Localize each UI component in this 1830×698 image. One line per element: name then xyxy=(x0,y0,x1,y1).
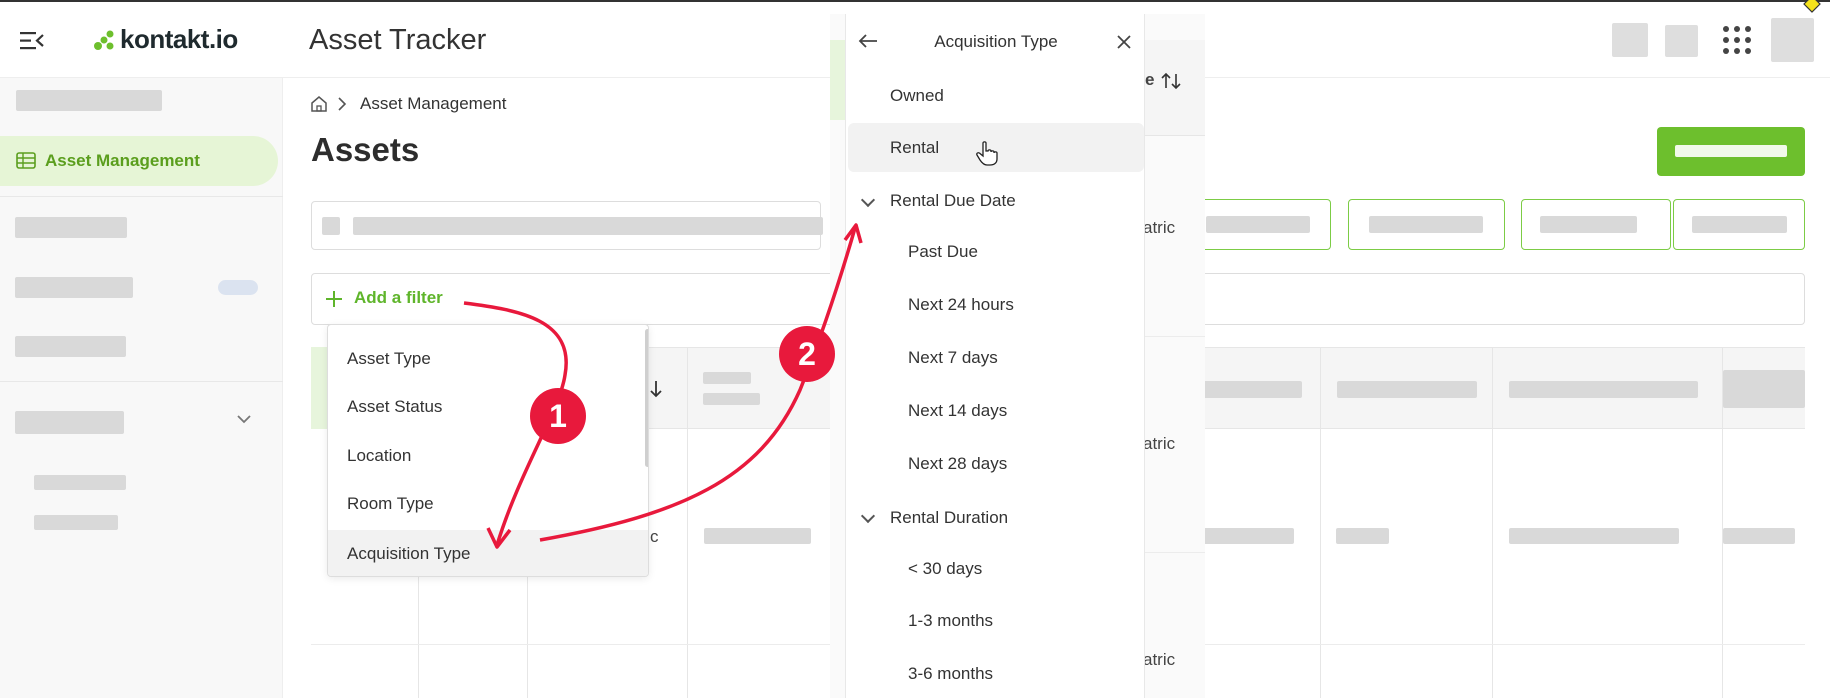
annotation-arrows xyxy=(463,223,863,549)
arrow-step-2 xyxy=(539,227,857,542)
step-badge-2: 2 xyxy=(779,326,835,382)
step-badge-1: 1 xyxy=(530,388,586,444)
